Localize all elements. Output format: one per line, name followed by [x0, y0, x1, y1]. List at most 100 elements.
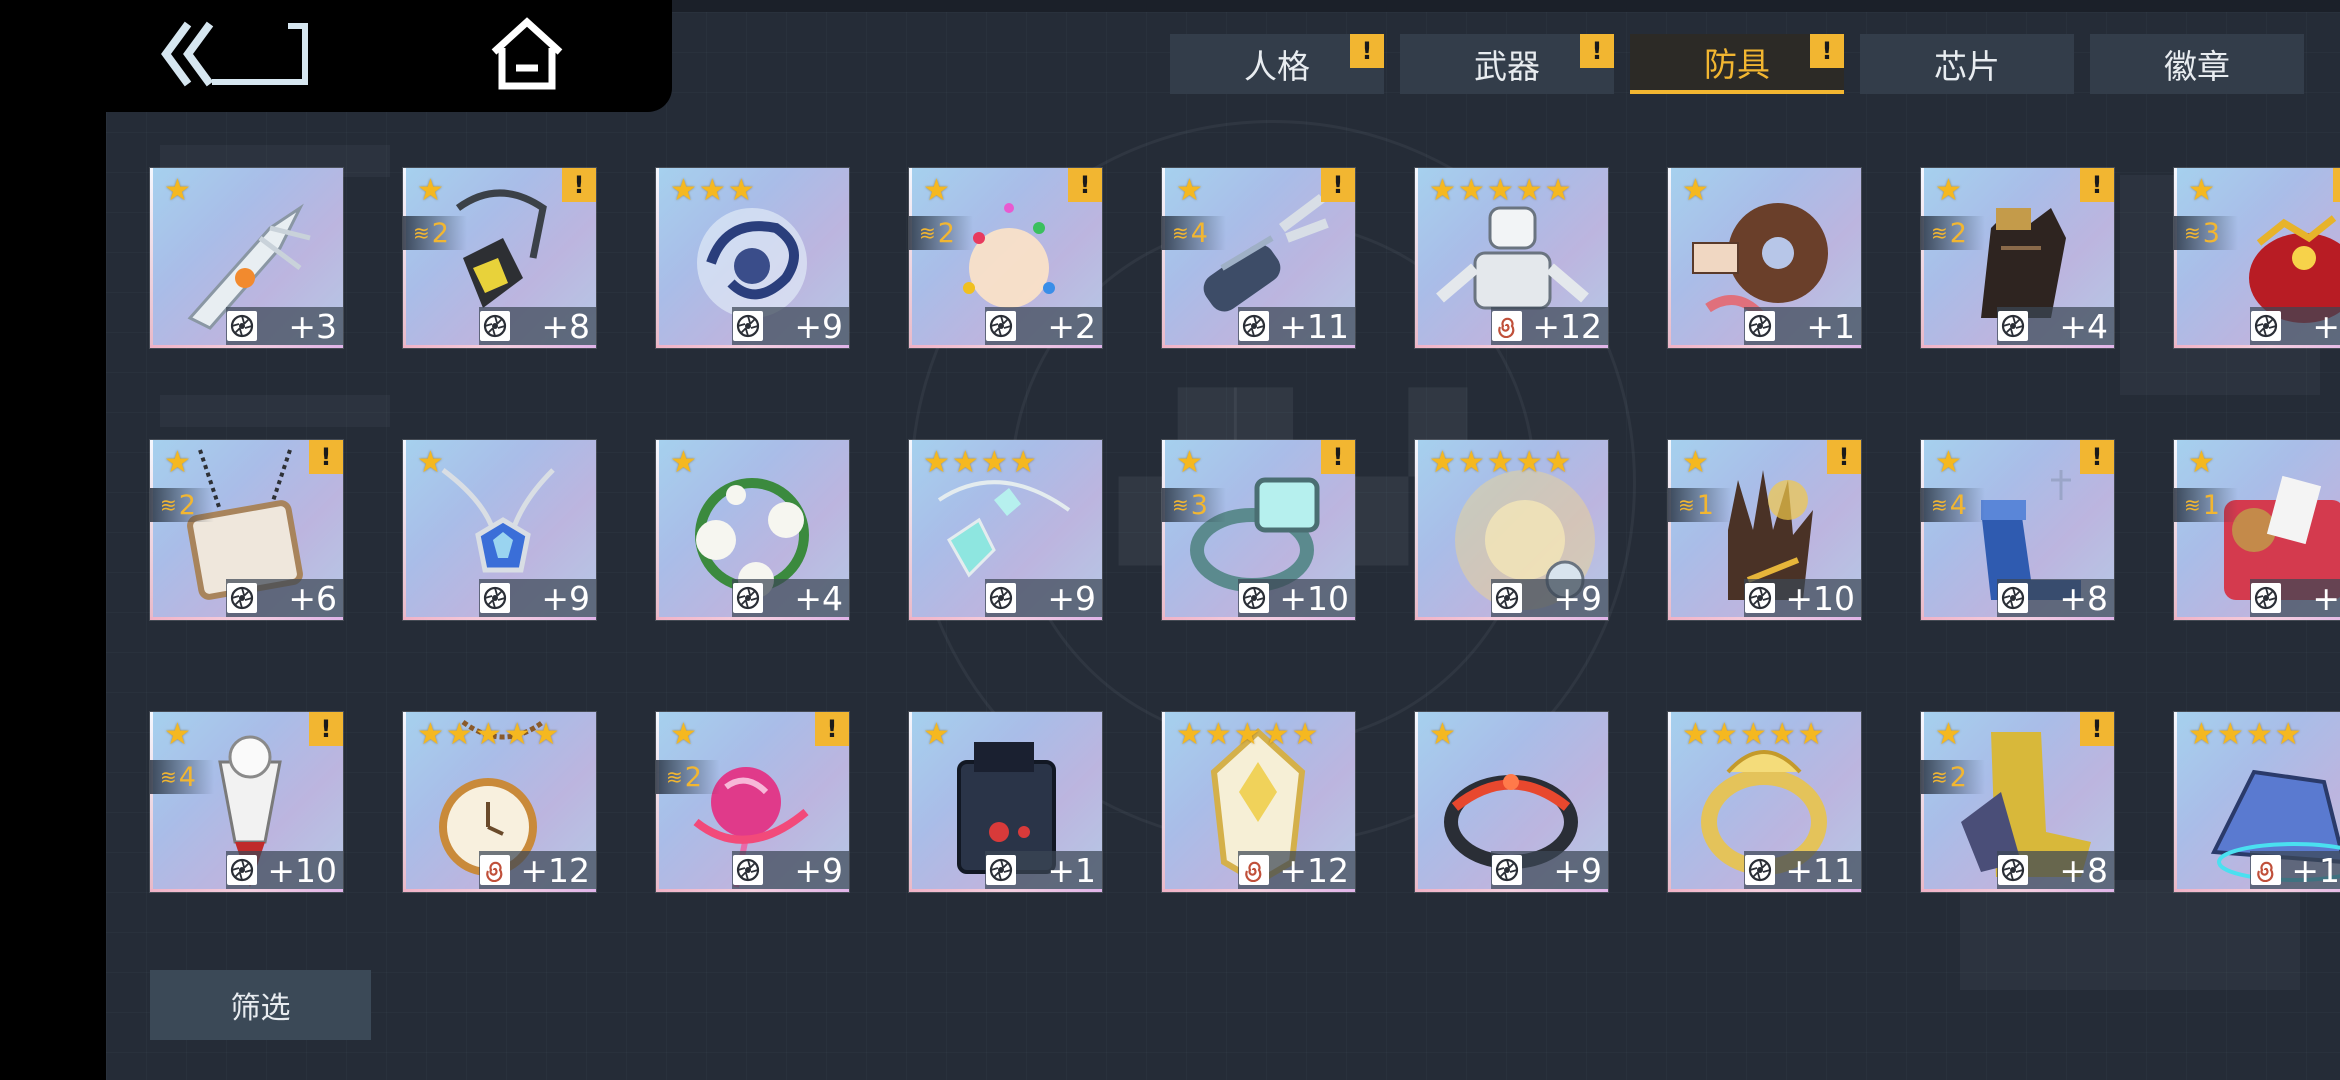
rarity-stars: ★	[417, 448, 444, 478]
tab-label: 武器	[1474, 47, 1540, 86]
star-icon: ★	[1486, 445, 1514, 480]
tab-persona[interactable]: 人格!	[1170, 34, 1384, 94]
item-card[interactable]: ★! ≋ 3 +10	[1162, 440, 1355, 620]
item-card[interactable]: ★ +9	[1415, 712, 1608, 892]
item-card[interactable]: ★! ≋ 2 +4	[1921, 168, 2114, 348]
star-icon: ★	[923, 173, 950, 208]
star-icon: ★	[727, 173, 755, 208]
enhance-level: +2	[1047, 306, 1096, 346]
tab-weapon[interactable]: 武器!	[1400, 34, 1614, 94]
item-card[interactable]: ★! ≋ 4 +10	[150, 712, 343, 892]
aperture-icon	[1998, 855, 2028, 885]
aperture-icon	[1492, 855, 1522, 885]
rarity-stars: ★ ★ ★ ★ ★	[1176, 720, 1319, 750]
enhance-level: +3	[2312, 578, 2340, 618]
item-card[interactable]: ★! ≋ 2 +6	[150, 440, 343, 620]
new-alert-badge: !	[1321, 440, 1355, 474]
item-card[interactable]: ★ ★ ★ ★ +9	[909, 440, 1102, 620]
item-card[interactable]: ★★★★+12	[2174, 712, 2340, 892]
enhance-level: +4	[794, 578, 843, 618]
aperture-icon	[733, 855, 763, 885]
tab-armor[interactable]: 防具!	[1630, 34, 1844, 94]
enhance-level: +6	[288, 578, 337, 618]
stack-count: ≋ 2	[656, 760, 720, 794]
back-button[interactable]	[160, 16, 310, 96]
item-card[interactable]: ★ ★ ★ +9	[656, 168, 849, 348]
item-card[interactable]: ★ ★ ★ ★ ★ +9	[1415, 440, 1608, 620]
item-card[interactable]: ★ ★ ★ ★ ★ +12	[403, 712, 596, 892]
item-card[interactable]: ★! ≋ 2 +2	[909, 168, 1102, 348]
item-card[interactable]: ★ ★ ★ ★ ★ +12	[1162, 712, 1355, 892]
stack-count: ≋ 2	[403, 216, 467, 250]
item-card[interactable]: ★ ★ ★ ★ ★ +12	[1415, 168, 1608, 348]
aperture-icon	[733, 311, 763, 341]
new-alert-badge: !	[2333, 168, 2340, 202]
star-icon: ★	[1682, 445, 1709, 480]
enhance-level: +11	[1785, 850, 1855, 890]
rarity-stars: ★	[1935, 176, 1962, 206]
rarity-stars: ★ ★ ★ ★ ★	[1682, 720, 1825, 750]
background-block	[1960, 880, 2300, 990]
home-icon	[491, 17, 563, 90]
tab-badge[interactable]: 徽章	[2090, 34, 2304, 94]
item-card[interactable]: ★! ≋ 1 +10	[1668, 440, 1861, 620]
stack-count: ≋ 3	[1162, 488, 1226, 522]
item-card[interactable]: ★ +3	[150, 168, 343, 348]
star-icon: ★	[1544, 445, 1572, 480]
new-alert-badge: !	[309, 440, 343, 474]
item-card[interactable]: ★ +1	[909, 712, 1102, 892]
item-card[interactable]: ★ +4	[656, 440, 849, 620]
star-icon: ★	[923, 445, 950, 480]
item-card[interactable]: ★! ≋ 2 +8	[403, 168, 596, 348]
enhance-level: +11	[1279, 306, 1349, 346]
rarity-stars: ★	[1176, 448, 1203, 478]
spiral-icon	[1492, 311, 1522, 341]
aperture-icon	[227, 583, 257, 613]
new-alert-badge: !	[309, 712, 343, 746]
item-card[interactable]: ★! ≋ 4 +8	[1921, 440, 2114, 620]
filter-button[interactable]: 筛选	[150, 970, 371, 1040]
item-card[interactable]: ★ ≋1 +3	[2174, 440, 2340, 620]
layers-icon: ≋	[2184, 221, 2201, 245]
star-icon: ★	[2216, 717, 2244, 752]
stack-count: ≋ 2	[909, 216, 973, 250]
star-icon: ★	[1935, 717, 1962, 752]
layers-icon: ≋	[413, 221, 430, 245]
enhance-level: +10	[1279, 578, 1349, 618]
home-button[interactable]	[488, 16, 566, 96]
enhance-level: +9	[1553, 850, 1602, 890]
item-card[interactable]: ★ +1	[1668, 168, 1861, 348]
star-icon: ★	[670, 717, 697, 752]
rarity-stars: ★	[670, 448, 697, 478]
aperture-icon	[227, 311, 257, 341]
rarity-stars: ★	[923, 176, 950, 206]
stack-count-value: 2	[1949, 761, 1967, 793]
item-card[interactable]: ★! ≋3 +8	[2174, 168, 2340, 348]
spiral-icon	[2251, 855, 2281, 885]
rarity-stars: ★ ★ ★ ★ ★	[1429, 448, 1572, 478]
enhance-level: +10	[267, 850, 337, 890]
item-card[interactable]: ★! ≋ 4 +11	[1162, 168, 1355, 348]
star-icon: ★	[1429, 173, 1456, 208]
rarity-stars: ★ ★ ★	[670, 176, 755, 206]
item-card[interactable]: ★ +9	[403, 440, 596, 620]
layers-icon: ≋	[1172, 221, 1189, 245]
star-icon: ★	[980, 445, 1008, 480]
star-icon: ★	[2188, 717, 2215, 752]
top-nav-bar	[0, 0, 672, 112]
item-card[interactable]: ★! ≋ 2 +8	[1921, 712, 2114, 892]
enhance-level: +1	[1806, 306, 1855, 346]
star-icon: ★	[1768, 717, 1796, 752]
rarity-stars: ★	[670, 720, 697, 750]
enhance-level: +12	[1279, 850, 1349, 890]
item-card[interactable]: ★! ≋ 2 +9	[656, 712, 849, 892]
item-card[interactable]: ★ ★ ★ ★ ★ +11	[1668, 712, 1861, 892]
star-icon: ★	[1515, 445, 1543, 480]
star-icon: ★	[417, 717, 444, 752]
layers-icon: ≋	[1172, 493, 1189, 517]
aperture-icon	[1745, 583, 1775, 613]
star-icon: ★	[164, 717, 191, 752]
tab-chip[interactable]: 芯片	[1860, 34, 2074, 94]
enhance-level: +9	[541, 578, 590, 618]
enhance-level: +10	[1785, 578, 1855, 618]
